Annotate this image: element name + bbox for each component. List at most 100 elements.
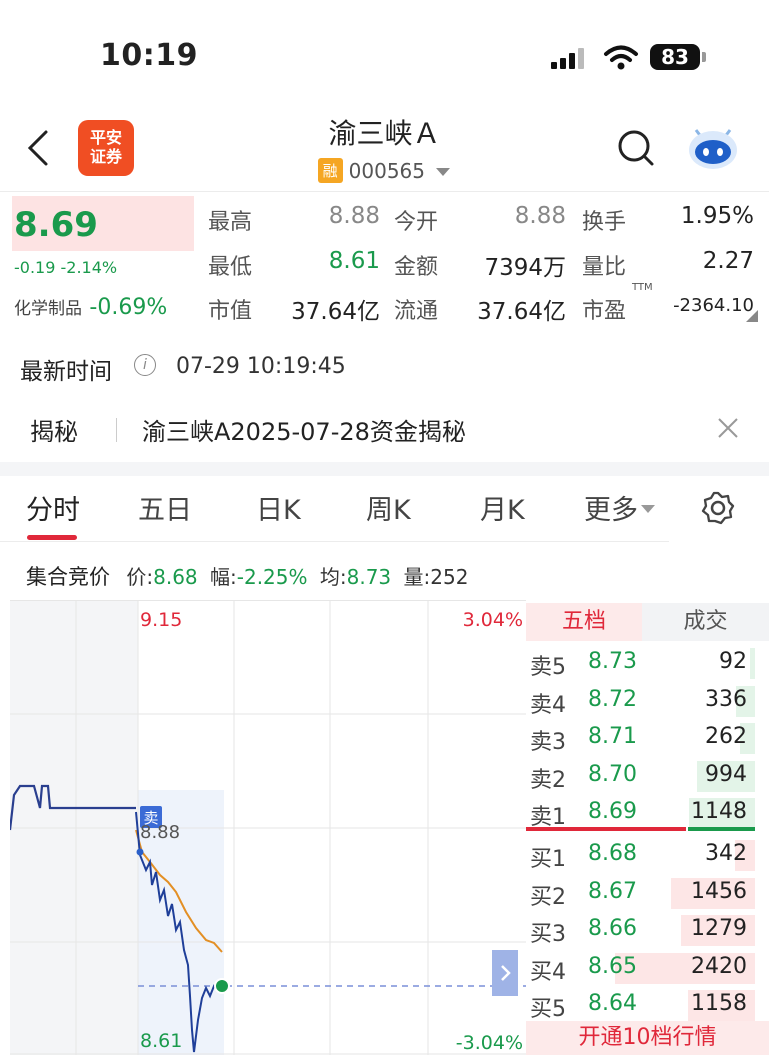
tab-weekly-k[interactable]: 周K xyxy=(366,488,411,527)
quote-value: 37.64亿 xyxy=(477,299,566,325)
reveal-label: 揭秘 xyxy=(30,418,78,446)
level-vol: 336 xyxy=(705,686,747,712)
info-icon[interactable]: i xyxy=(134,354,156,376)
wifi-icon xyxy=(604,45,638,70)
price-change: -0.19 -2.14% xyxy=(14,258,118,277)
level-price: 8.66 xyxy=(588,916,637,942)
level-price: 8.65 xyxy=(588,953,637,979)
stock-code: 000565 xyxy=(348,159,425,183)
level-vol: 262 xyxy=(705,724,747,750)
auction-avg: 8.73 xyxy=(346,565,392,589)
auction-amp: -2.25% xyxy=(236,565,308,589)
update-time: 07-29 10:19:45 xyxy=(176,354,346,379)
sell-buy-ratio-green xyxy=(688,827,755,831)
tab-intraday[interactable]: 分时 xyxy=(26,488,80,527)
tab-more[interactable]: 更多 xyxy=(584,488,656,527)
sell-level-row[interactable]: 卖3 8.71 262 xyxy=(526,720,769,757)
status-time: 10:19 xyxy=(100,38,198,73)
level-vol: 2420 xyxy=(691,953,747,979)
sell-buy-ratio-red xyxy=(526,827,686,831)
level-label: 买1 xyxy=(530,847,566,872)
level-vol: 994 xyxy=(705,761,747,787)
active-tab-indicator xyxy=(27,535,77,540)
ttm-label: TTM xyxy=(632,282,653,293)
level-vol: 92 xyxy=(719,649,747,674)
price-dot xyxy=(136,848,144,856)
max-price-label: 9.15 xyxy=(140,609,182,631)
level-vol: 1148 xyxy=(691,799,747,825)
level-price: 8.69 xyxy=(588,799,637,825)
level-vol: 1456 xyxy=(691,878,747,904)
level-label: 买5 xyxy=(530,997,566,1023)
level-label: 买2 xyxy=(530,884,566,910)
margin-badge: 融 xyxy=(317,158,343,183)
auction-avg-label: 均: xyxy=(319,565,347,589)
tab-five-day[interactable]: 五日 xyxy=(138,488,192,527)
sell-level-row[interactable]: 卖5 8.73 92 xyxy=(526,645,769,682)
level-price: 8.70 xyxy=(588,761,637,787)
tab-more-label: 更多 xyxy=(584,495,638,526)
buy-level-row[interactable]: 买5 8.64 1158 xyxy=(526,987,769,1024)
quote-value: 7394万 xyxy=(484,255,566,281)
level-label: 卖5 xyxy=(530,655,566,680)
quote-value: 8.88 xyxy=(514,203,566,229)
buy-level-row[interactable]: 买1 8.68 342 xyxy=(526,837,769,874)
tab-monthly-k[interactable]: 月K xyxy=(480,488,525,527)
industry-change: -0.69% xyxy=(89,295,168,320)
battery-tip xyxy=(702,52,706,62)
reveal-divider xyxy=(116,418,117,442)
level-label: 卖2 xyxy=(530,767,566,793)
current-price: 8.69 xyxy=(14,205,98,245)
tab-divider xyxy=(0,541,669,542)
tab-trades[interactable]: 成交 xyxy=(642,603,769,641)
signal-icon xyxy=(551,48,584,69)
section-separator xyxy=(0,462,769,476)
reveal-link[interactable]: 渝三峡A2025-07-28资金揭秘 xyxy=(142,412,466,447)
settings-gear-icon[interactable] xyxy=(700,490,736,526)
level-price: 8.72 xyxy=(588,686,637,712)
buy-level-row[interactable]: 买3 8.66 1279 xyxy=(526,912,769,949)
level-price: 8.73 xyxy=(588,649,637,674)
level-label: 买3 xyxy=(530,922,566,948)
open-ten-levels-button[interactable]: 开通10档行情 xyxy=(526,1021,769,1055)
level-price: 8.71 xyxy=(588,724,637,750)
battery-level: 83 xyxy=(661,45,689,69)
corner-triangle-icon xyxy=(746,310,758,322)
max-pct-label: 3.04% xyxy=(463,609,523,631)
level-label: 卖4 xyxy=(530,692,566,718)
robot-assistant-icon[interactable] xyxy=(686,122,740,172)
quote-value: 1.95% xyxy=(680,203,754,229)
quote-value: -2364.10 xyxy=(673,295,754,316)
level-price: 8.67 xyxy=(588,878,637,904)
header-divider xyxy=(0,191,769,192)
level-price: 8.68 xyxy=(588,841,637,866)
dropdown-icon xyxy=(436,168,451,176)
industry-row[interactable]: 化学制品 -0.69% xyxy=(14,294,167,320)
quote-value: 8.61 xyxy=(328,248,380,274)
auction-vol: 252 xyxy=(430,565,469,589)
auction-price: 8.68 xyxy=(153,565,198,589)
volume-bar xyxy=(750,648,755,679)
intraday-chart[interactable]: 卖 8.88 9.15 3.04% 8.61 -3.04% xyxy=(10,600,526,1055)
industry-label: 化学制品 xyxy=(14,299,82,319)
search-icon[interactable] xyxy=(616,128,656,168)
buy-level-row[interactable]: 买4 8.65 2420 xyxy=(526,950,769,987)
auction-vol-label: 量: xyxy=(403,565,431,589)
level-vol: 1279 xyxy=(691,916,747,942)
auction-label: 集合竞价 xyxy=(26,565,110,589)
more-caret-icon xyxy=(641,505,655,513)
level-price: 8.64 xyxy=(588,991,637,1017)
level-label: 买4 xyxy=(530,959,566,985)
sell-level-row[interactable]: 卖2 8.70 994 xyxy=(526,758,769,795)
reference-price-label: 8.88 xyxy=(140,822,180,843)
tab-five-levels[interactable]: 五档 xyxy=(526,603,642,641)
close-icon[interactable] xyxy=(716,416,740,440)
sell-level-row[interactable]: 卖4 8.72 336 xyxy=(526,683,769,720)
expand-chart-button[interactable] xyxy=(492,950,518,996)
buy-level-row[interactable]: 买2 8.67 1456 xyxy=(526,875,769,912)
auction-amp-label: 幅: xyxy=(210,565,237,589)
battery-icon: 83 xyxy=(650,44,700,70)
auction-price-label: 价: xyxy=(126,565,154,589)
tab-daily-k[interactable]: 日K xyxy=(256,488,301,527)
min-price-label: 8.61 xyxy=(140,1030,182,1052)
